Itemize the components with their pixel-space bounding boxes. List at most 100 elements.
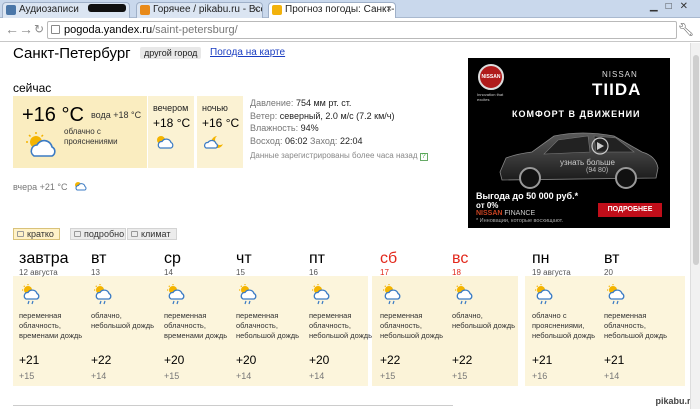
scrollbar-thumb[interactable]: [693, 55, 699, 265]
close-tab-icon[interactable]: ×: [253, 3, 259, 17]
wind-label: Ветер:: [250, 110, 278, 121]
pressure-label: Давление:: [250, 98, 294, 108]
night-card: ночью +16 °C: [197, 96, 243, 168]
data-note: Данные зарегистрированы более часа назад…: [250, 150, 428, 163]
night-temperature: +15: [452, 371, 468, 381]
day-name: вт: [604, 250, 620, 267]
night-temperature: +14: [236, 371, 252, 381]
forecast-day[interactable]: чт 15 переменная облачность, небольшой дож…: [236, 250, 306, 381]
tab-label: Прогноз погоды: Санкт-П: [285, 4, 395, 15]
tab-label: Аудиозаписи: [19, 4, 79, 15]
rain-cloud-icon: [605, 284, 674, 310]
browser-tab-pikabu[interactable]: Горячее / pikabu.ru - Все ×: [136, 2, 263, 18]
evening-card: вечером +18 °C: [148, 96, 194, 168]
day-temperature: +21: [532, 353, 553, 367]
ad-brand: NISSAN: [602, 70, 638, 79]
day-date: 20: [604, 268, 613, 277]
tab-detailed-label: подробно: [84, 229, 125, 239]
night-temperature: +15: [19, 371, 35, 381]
pikabu-icon: [140, 5, 150, 15]
help-icon[interactable]: ?: [419, 153, 428, 161]
day-condition: переменная облачность, небольшой дождь: [236, 311, 300, 340]
tab-detailed[interactable]: подробно: [70, 228, 126, 240]
day-condition: облачно, небольшой дождь: [91, 311, 155, 330]
page-scrollbar[interactable]: [690, 43, 700, 409]
forecast-day[interactable]: ср 14 переменная облачность, временами дож…: [164, 250, 234, 381]
nissan-ad-banner[interactable]: NISSAN Innovation that excites NISSAN TI…: [468, 58, 670, 228]
close-tab-icon[interactable]: ×: [386, 3, 392, 17]
ad-finance: NISSAN FINANCE: [476, 210, 535, 217]
water-temperature: вода +18 °C: [91, 110, 142, 120]
wrench-icon[interactable]: 🔧︎: [677, 22, 694, 38]
forecast-day[interactable]: завтра 12 августа переменная облачность, в…: [19, 250, 89, 381]
night-temperature: +16: [532, 371, 548, 381]
day-name: ср: [164, 250, 181, 267]
bottom-divider: [13, 405, 453, 409]
rain-cloud-icon: [92, 284, 161, 310]
tab-climate[interactable]: климат: [127, 228, 177, 240]
day-temperature: +21: [19, 353, 40, 367]
address-bar[interactable]: pogoda.yandex.ru/saint-petersburg/: [47, 21, 677, 39]
ad-details-button[interactable]: ПОДРОБНЕЕ: [598, 203, 662, 217]
day-condition: облачно, небольшой дождь: [452, 311, 516, 330]
day-date: 19 августа: [532, 268, 571, 277]
ad-fine-print: * Инновации, которые восхищают.: [476, 218, 564, 224]
sunset-value: 22:04: [339, 135, 363, 146]
tab-brief[interactable]: кратко: [13, 228, 60, 240]
humidity-label: Влажность:: [250, 123, 299, 133]
humidity-value: 94%: [300, 123, 319, 133]
forecast-day[interactable]: вт 20 переменная облачность, небольшой дож…: [604, 250, 674, 381]
yandex-weather-icon: [272, 5, 282, 15]
day-condition: переменная облачность, небольшой дождь: [604, 311, 668, 340]
forecast-day[interactable]: вс 18 облачно, небольшой дождь +22 +15: [452, 250, 522, 381]
other-city-button[interactable]: другой город: [140, 47, 202, 59]
night-temperature: +14: [91, 371, 107, 381]
ad-model: TIIDA: [592, 80, 642, 99]
forecast-day[interactable]: вт 13 облачно, небольшой дождь +22 +14: [91, 250, 161, 381]
browser-tab-weather[interactable]: Прогноз погоды: Санкт-П ×: [268, 2, 396, 18]
vk-icon: [6, 5, 16, 15]
humidity-row: Влажность: 94%: [250, 122, 428, 135]
day-temperature: +22: [91, 353, 112, 367]
rain-cloud-icon: [310, 284, 379, 310]
day-temperature: +21: [604, 353, 625, 367]
forecast-day[interactable]: пн 19 августа облачно с прояснениями, небо…: [532, 250, 602, 381]
evening-label: вечером: [153, 103, 189, 113]
current-temperature: +16 °C: [22, 104, 84, 126]
nissan-logo: NISSAN: [478, 64, 504, 90]
day-date: 14: [164, 268, 173, 277]
partly-cloudy-icon: [74, 182, 87, 191]
moon-cloud-icon: [204, 136, 223, 149]
redacted-scribble: [88, 4, 126, 12]
weather-details: Давление: 754 мм рт. ст. Ветер: северный…: [250, 97, 428, 163]
weather-map-link[interactable]: Погода на карте: [210, 47, 285, 58]
sunrise-label: Восход:: [250, 135, 283, 146]
day-temperature: +20: [309, 353, 330, 367]
day-temperature: +22: [380, 353, 401, 367]
ad-learn-more-sub: (94 80): [586, 167, 609, 174]
day-name: вс: [452, 250, 469, 267]
ad-tagline: КОМФОРТ В ДВИЖЕНИИ: [512, 109, 641, 119]
forecast-day[interactable]: сб 17 переменная облачность, небольшой дож…: [380, 250, 450, 381]
data-note-text: Данные зарегистрированы более часа назад: [250, 151, 418, 160]
rain-cloud-icon: [533, 284, 602, 310]
day-condition: переменная облачность, временами дождь: [164, 311, 228, 340]
now-label: сейчас: [13, 81, 52, 95]
current-weather-card: +16 °C вода +18 °C облачно с прояснениям…: [13, 96, 147, 168]
forecast-day[interactable]: пт 16 переменная облачность, небольшой дож…: [309, 250, 379, 381]
reload-icon[interactable]: ↻: [31, 21, 47, 37]
day-date: 18: [452, 268, 461, 277]
wind-row: Ветер: северный, 2.0 м/с (7.2 км/ч): [250, 110, 428, 123]
climate-icon: [131, 231, 138, 237]
window-controls[interactable]: ▁□✕: [650, 1, 696, 12]
ad-finance-brand: NISSAN: [476, 210, 503, 217]
yesterday-text: вчера +21 °C: [13, 182, 68, 192]
sunset-label: Заход:: [310, 135, 338, 146]
night-temperature: +15: [380, 371, 396, 381]
day-name: чт: [236, 250, 252, 267]
detailed-icon: [74, 231, 81, 237]
pressure-value: 754 мм рт. ст.: [295, 98, 352, 108]
day-date: 12 августа: [19, 268, 58, 277]
day-name: завтра: [19, 250, 69, 267]
ad-learn-more: узнать больше: [560, 158, 615, 167]
